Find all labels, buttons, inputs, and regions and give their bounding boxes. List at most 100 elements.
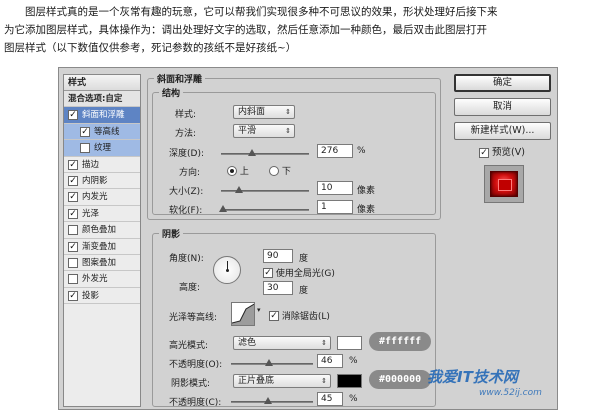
style-item-checkbox[interactable]: ✓	[68, 159, 78, 170]
slider-knob[interactable]	[264, 359, 273, 366]
depth-input[interactable]: 276	[317, 144, 353, 158]
shadow-opacity-unit: %	[349, 394, 358, 404]
slider-knob[interactable]	[263, 397, 272, 404]
soften-slider[interactable]	[218, 205, 309, 212]
gloss-contour-picker[interactable]	[231, 302, 255, 326]
shadow-mode-select[interactable]: 正片叠底 ⇕	[233, 374, 331, 388]
technique-select[interactable]: 平滑 ⇕	[233, 124, 295, 138]
shadow-color-swatch[interactable]	[337, 374, 362, 388]
ok-button[interactable]: 确定	[454, 74, 551, 92]
style-item-label: 等高线	[94, 126, 120, 137]
style-item-checkbox[interactable]	[80, 143, 90, 154]
style-item-checkbox[interactable]: ✓	[68, 175, 78, 186]
style-item-checkbox[interactable]	[68, 274, 78, 285]
technique-value: 平滑	[238, 126, 257, 136]
preview-checkbox[interactable]: ✓	[479, 147, 489, 158]
preview-label: 预览(V)	[492, 147, 525, 158]
direction-label: 方向:	[179, 168, 201, 178]
depth-label: 深度(D):	[169, 149, 204, 159]
style-item-checkbox[interactable]: ✓	[80, 126, 90, 137]
intro-line-2: 为它添加图层样式，具体操作为：调出处理好文字的选取，然后任意添加一种颜色，最后双…	[4, 24, 487, 36]
style-item-checkbox[interactable]	[68, 257, 78, 268]
size-input[interactable]: 10	[317, 181, 353, 195]
style-item-contour[interactable]: ✓ 等高线	[64, 123, 140, 141]
style-item-satin[interactable]: ✓ 光泽	[64, 206, 140, 223]
style-item-outer-glow[interactable]: 外发光	[64, 271, 140, 288]
style-list-header[interactable]: 样式	[64, 75, 140, 91]
style-list: 样式 混合选项:自定 ✓ 斜面和浮雕 ✓ 等高线 纹理 ✓ 描边 ✓ 内阴影 ✓…	[63, 74, 141, 407]
style-item-pattern-overlay[interactable]: 图案叠加	[64, 255, 140, 272]
style-item-checkbox[interactable]: ✓	[68, 208, 78, 219]
style-item-texture[interactable]: 纹理	[64, 140, 140, 157]
style-item-stroke[interactable]: ✓ 描边	[64, 157, 140, 173]
new-style-button[interactable]: 新建样式(W)...	[454, 122, 551, 140]
select-arrows-icon: ⇕	[321, 339, 327, 347]
angle-input[interactable]: 90	[263, 249, 293, 263]
direction-up-option[interactable]: 上	[227, 164, 249, 177]
slider-knob[interactable]	[218, 205, 227, 212]
style-item-label: 内发光	[82, 192, 108, 203]
direction-up-radio[interactable]	[227, 165, 237, 176]
global-light-label: 使用全局光(G)	[275, 269, 335, 279]
shadow-opacity-input[interactable]: 45	[317, 392, 343, 406]
global-light-checkbox[interactable]: ✓	[263, 267, 273, 278]
shadow-hex-badge: #000000	[369, 370, 432, 389]
highlight-opacity-label: 不透明度(O):	[169, 360, 223, 370]
style-item-gradient-overlay[interactable]: ✓ 渐变叠加	[64, 239, 140, 255]
altitude-label: 高度:	[179, 283, 201, 293]
structure-title: 结构	[159, 86, 184, 99]
soften-unit: 像素	[357, 205, 376, 215]
layer-style-dialog: 样式 混合选项:自定 ✓ 斜面和浮雕 ✓ 等高线 纹理 ✓ 描边 ✓ 内阴影 ✓…	[58, 67, 558, 410]
select-arrows-icon: ⇕	[285, 108, 291, 116]
contour-dropdown-icon[interactable]: ▾	[257, 306, 261, 314]
style-item-label: 描边	[82, 159, 100, 170]
blending-options-item[interactable]: 混合选项:自定	[64, 91, 140, 108]
style-item-inner-shadow[interactable]: ✓ 内阴影	[64, 173, 140, 190]
altitude-input[interactable]: 30	[263, 281, 293, 295]
style-item-label: 渐变叠加	[82, 241, 117, 252]
style-item-drop-shadow[interactable]: ✓ 投影	[64, 288, 140, 305]
antialias-checkbox[interactable]: ✓	[269, 310, 279, 321]
highlight-opacity-input[interactable]: 46	[317, 354, 343, 368]
style-item-checkbox[interactable]: ✓	[68, 290, 78, 301]
style-item-checkbox[interactable]	[68, 225, 78, 236]
shadow-opacity-slider[interactable]	[231, 397, 313, 404]
antialias-option[interactable]: ✓ 消除锯齿(L)	[269, 309, 330, 322]
global-light-option[interactable]: ✓ 使用全局光(G)	[263, 266, 335, 279]
shadow-mode-label: 阴影模式:	[171, 379, 211, 389]
highlight-color-swatch[interactable]	[337, 336, 362, 350]
intro-text: 图层样式真的是一个灰常有趣的玩意，它可以帮我们实现很多种不可思议的效果，形状处理…	[4, 4, 611, 58]
altitude-unit: 度	[299, 286, 309, 296]
preview-option[interactable]: ✓ 预览(V)	[479, 144, 525, 158]
style-item-checkbox[interactable]: ✓	[68, 192, 78, 203]
direction-down-radio[interactable]	[269, 165, 279, 176]
highlight-hex-badge: #ffffff	[369, 332, 432, 351]
style-item-checkbox[interactable]: ✓	[68, 241, 78, 252]
shading-title: 阴影	[159, 227, 184, 240]
slider-knob[interactable]	[234, 186, 243, 193]
direction-down-option[interactable]: 下	[269, 164, 291, 177]
style-item-inner-glow[interactable]: ✓ 内发光	[64, 189, 140, 206]
gloss-contour-label: 光泽等高线:	[169, 313, 218, 323]
angle-dial[interactable]	[213, 256, 241, 284]
angle-dial-center	[226, 269, 229, 272]
highlight-opacity-slider[interactable]	[231, 359, 313, 366]
slider-knob[interactable]	[247, 149, 256, 156]
shadow-opacity-label: 不透明度(C):	[169, 398, 222, 408]
direction-down-label: 下	[281, 167, 291, 177]
style-label: 样式:	[175, 110, 197, 120]
size-slider[interactable]	[221, 186, 309, 193]
style-item-color-overlay[interactable]: 颜色叠加	[64, 222, 140, 239]
highlight-mode-value: 滤色	[238, 338, 257, 348]
style-item-label: 纹理	[94, 143, 112, 154]
cancel-button[interactable]: 取消	[454, 98, 551, 116]
size-label: 大小(Z):	[169, 187, 204, 197]
bevel-style-select[interactable]: 内斜面 ⇕	[233, 105, 295, 119]
style-item-checkbox[interactable]: ✓	[68, 110, 78, 121]
depth-slider[interactable]	[221, 149, 309, 156]
angle-label: 角度(N):	[169, 254, 204, 264]
style-item-bevel-emboss[interactable]: ✓ 斜面和浮雕	[64, 107, 140, 124]
style-item-label: 图案叠加	[82, 257, 117, 268]
highlight-mode-select[interactable]: 滤色 ⇕	[233, 336, 331, 350]
soften-input[interactable]: 1	[317, 200, 353, 214]
